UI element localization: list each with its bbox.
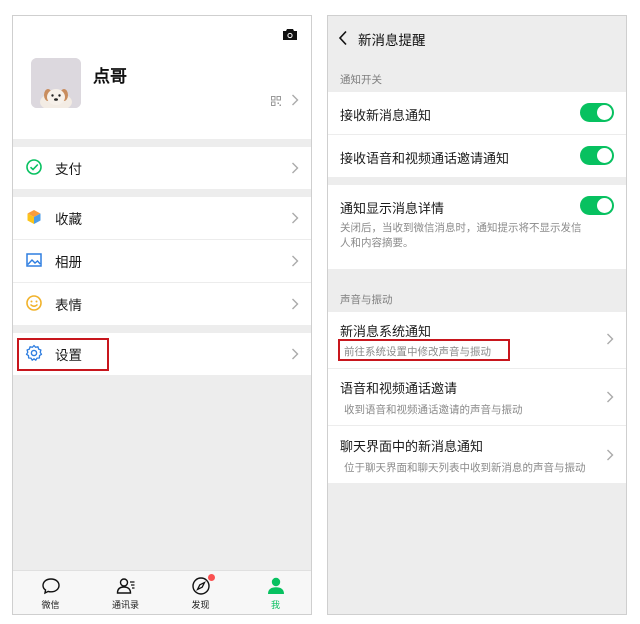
row-title: 通知显示消息详情 [340, 202, 445, 217]
row-title: 接收语音和视频通话邀请通知 [340, 152, 510, 167]
person-icon [268, 577, 284, 594]
qr-code-icon[interactable] [271, 96, 281, 106]
notification-dot [208, 574, 215, 581]
menu-item-album[interactable]: 相册 [13, 240, 311, 282]
bottom-tab-bar: 微信 通讯录 发现 我 [13, 570, 311, 614]
tab-label: 发现 [191, 601, 210, 611]
tab-me[interactable]: 我 [238, 571, 311, 614]
tab-label: 我 [270, 601, 280, 611]
avatar[interactable] [31, 58, 81, 108]
camera-icon[interactable] [282, 28, 298, 41]
section-title-notify: 通知开关 [340, 74, 382, 86]
chevron-right-icon [606, 391, 614, 403]
page-title: 新消息提醒 [358, 33, 426, 49]
menu-item-pay[interactable]: 支付 [13, 147, 311, 189]
row-title: 聊天界面中的新消息通知 [340, 440, 484, 455]
row-title: 接收新消息通知 [340, 109, 432, 124]
back-arrow-icon[interactable] [338, 30, 348, 46]
menu-label-favorites: 收藏 [55, 212, 82, 228]
chevron-right-icon [291, 255, 299, 267]
menu-item-favorites[interactable]: 收藏 [13, 197, 311, 239]
favorites-cube-icon [27, 210, 41, 224]
row-title: 新消息系统通知 [340, 325, 432, 340]
menu-label-stickers: 表情 [55, 298, 82, 314]
tab-contacts[interactable]: 通讯录 [88, 571, 163, 614]
row-title: 语音和视频通话邀请 [340, 382, 458, 397]
system-notify-highlight-box [338, 339, 510, 361]
tab-chats[interactable]: 微信 [13, 571, 88, 614]
chevron-right-icon [291, 212, 299, 224]
contacts-icon [116, 578, 135, 594]
pay-icon [26, 159, 42, 175]
nav-bar: 新消息提醒 [328, 16, 626, 60]
chat-bubble-icon [42, 578, 60, 595]
new-message-notifications-screen: 新消息提醒 通知开关 接收新消息通知 接收语音和视频通话邀请通知 通知显示消息详… [327, 15, 627, 615]
toggle-show-details[interactable] [580, 196, 614, 215]
row-description: 关闭后，当收到微信消息时，通知提示将不显示发信人和内容摘要。 [340, 222, 582, 249]
tab-label: 微信 [41, 601, 60, 611]
row-receive-call-invites: 接收语音和视频通话邀请通知 [328, 135, 626, 177]
smiley-icon [26, 295, 42, 311]
toggle-receive-new[interactable] [580, 103, 614, 122]
menu-label-pay: 支付 [55, 162, 82, 178]
chevron-right-icon [291, 348, 299, 360]
me-screen: 点哥 支付 收藏 相册 表情 设置 微信 通讯录 发现 我 [12, 15, 312, 615]
album-icon [26, 253, 42, 267]
chevron-right-icon [606, 449, 614, 461]
menu-item-stickers[interactable]: 表情 [13, 283, 311, 325]
row-chat-new-message[interactable]: 聊天界面中的新消息通知 位于聊天界面和聊天列表中收到新消息的声音与振动 [328, 426, 626, 483]
settings-highlight-box [17, 338, 109, 371]
tab-discover[interactable]: 发现 [163, 571, 238, 614]
row-call-invite-sound[interactable]: 语音和视频通话邀请 收到语音和视频通话邀请的声音与振动 [328, 369, 626, 425]
toggle-receive-call[interactable] [580, 146, 614, 165]
row-description: 位于聊天界面和聊天列表中收到新消息的声音与振动 [344, 462, 586, 474]
menu-label-album: 相册 [55, 255, 82, 271]
section-title-sound: 声音与振动 [340, 294, 393, 306]
chevron-right-icon [291, 94, 299, 106]
chevron-right-icon [606, 333, 614, 345]
row-receive-new-messages: 接收新消息通知 [328, 92, 626, 134]
row-description: 收到语音和视频通话邀请的声音与振动 [344, 404, 523, 416]
profile-name: 点哥 [93, 67, 127, 87]
tab-label: 通讯录 [111, 601, 139, 611]
chevron-right-icon [291, 162, 299, 174]
profile-card[interactable]: 点哥 [13, 16, 311, 139]
row-show-message-details: 通知显示消息详情 关闭后，当收到微信消息时，通知提示将不显示发信人和内容摘要。 [328, 185, 626, 269]
chevron-right-icon [291, 298, 299, 310]
